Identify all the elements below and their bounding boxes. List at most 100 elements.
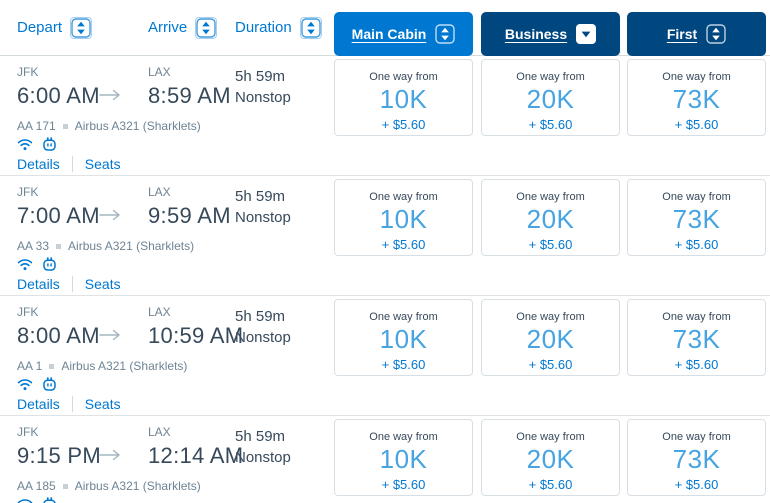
aircraft-type: Airbus A321 (Sharklets) — [74, 479, 201, 493]
fare-card-business[interactable]: One way from 20K + $5.60 — [481, 419, 620, 496]
depart-airport-code: JFK — [17, 65, 39, 79]
seats-link[interactable]: Seats — [85, 156, 121, 172]
duration-block: 5h 59m Nonstop — [235, 186, 291, 228]
sort-updown-icon — [706, 24, 726, 44]
aircraft-type: Airbus A321 (Sharklets) — [74, 119, 201, 133]
fare-card-first[interactable]: One way from 73K + $5.60 — [627, 59, 766, 136]
results-table-header: Depart Arrive Duration Main Cabin Busine… — [0, 0, 770, 56]
duration-text: 5h 59m — [235, 188, 286, 205]
fare-value: 10K — [379, 444, 428, 474]
cabin-header-main-cabin[interactable]: Main Cabin — [334, 12, 473, 56]
depart-time: 7:00 AM — [17, 203, 100, 228]
duration-block: 5h 59m Nonstop — [235, 306, 291, 348]
fare-card-business[interactable]: One way from 20K + $5.60 — [481, 59, 620, 136]
row-links: Details Seats — [17, 276, 121, 292]
depart-airport-code: JFK — [17, 425, 39, 439]
fare-fee: + $5.60 — [528, 477, 573, 492]
fare-label: One way from — [369, 311, 438, 323]
wifi-icon — [17, 258, 33, 271]
seats-link[interactable]: Seats — [85, 396, 121, 412]
fare-value: 20K — [526, 204, 575, 234]
link-divider — [71, 396, 73, 412]
main-cabin-label: Main Cabin — [351, 26, 427, 42]
fare-fee: + $5.60 — [381, 357, 426, 372]
fare-card-first[interactable]: One way from 73K + $5.60 — [627, 419, 766, 496]
arrive-column-label: Arrive — [148, 19, 188, 36]
fare-fee: + $5.60 — [528, 117, 573, 132]
flight-number: AA 33 — [17, 239, 50, 253]
depart-airport-code: JFK — [17, 185, 39, 199]
duration-block: 5h 59m Nonstop — [235, 66, 291, 108]
fare-value: 73K — [672, 84, 721, 114]
fare-label: One way from — [516, 311, 585, 323]
sort-updown-icon — [435, 24, 456, 44]
duration-text: 5h 59m — [235, 428, 286, 445]
fare-card-main-cabin[interactable]: One way from 10K + $5.60 — [334, 419, 473, 496]
power-icon — [43, 137, 56, 151]
details-link[interactable]: Details — [17, 156, 60, 172]
fare-fee: + $5.60 — [528, 357, 573, 372]
flight-info: AA 185 Airbus A321 (Sharklets) — [17, 479, 201, 493]
arrive-segment: LAX 8:59 AM — [148, 65, 231, 109]
fare-fee: + $5.60 — [381, 237, 426, 252]
seats-link[interactable]: Seats — [85, 276, 121, 292]
depart-segment: JFK 7:00 AM — [17, 185, 100, 229]
arrive-sort-button[interactable] — [195, 16, 218, 39]
depart-airport-code: JFK — [17, 305, 39, 319]
arrive-segment: LAX 10:59 AM — [148, 305, 243, 349]
fare-card-main-cabin[interactable]: One way from 10K + $5.60 — [334, 299, 473, 376]
duration-text: 5h 59m — [235, 68, 286, 85]
duration-block: 5h 59m Nonstop — [235, 426, 291, 468]
flight-row: JFK 7:00 AM LAX 9:59 AM 5h 59m Nonstop A… — [0, 176, 770, 296]
flight-number: AA 1 — [17, 359, 43, 373]
fare-fee: + $5.60 — [674, 357, 719, 372]
fare-card-main-cabin[interactable]: One way from 10K + $5.60 — [334, 59, 473, 136]
cabin-header-first[interactable]: First — [627, 12, 766, 56]
fare-value: 20K — [526, 324, 575, 354]
details-link[interactable]: Details — [17, 276, 60, 292]
separator-square-icon — [56, 243, 62, 249]
sort-updown-icon — [196, 17, 216, 38]
fare-card-business[interactable]: One way from 20K + $5.60 — [481, 179, 620, 256]
duration-column-label: Duration — [235, 19, 292, 36]
flight-info: AA 171 Airbus A321 (Sharklets) — [17, 119, 201, 133]
fare-card-first[interactable]: One way from 73K + $5.60 — [627, 299, 766, 376]
fare-fee: + $5.60 — [528, 237, 573, 252]
fare-value: 10K — [379, 324, 428, 354]
depart-time: 9:15 PM — [17, 443, 102, 468]
fare-label: One way from — [516, 191, 585, 203]
aircraft-type: Airbus A321 (Sharklets) — [61, 359, 188, 373]
wifi-icon — [17, 378, 33, 391]
amenity-icons — [17, 137, 56, 151]
fare-value: 73K — [672, 204, 721, 234]
fare-fee: + $5.60 — [674, 477, 719, 492]
stops-text: Nonstop — [235, 329, 291, 346]
duration-sort-button[interactable] — [299, 16, 322, 39]
fare-label: One way from — [662, 311, 731, 323]
fare-fee: + $5.60 — [674, 117, 719, 132]
flight-row: JFK 8:00 AM LAX 10:59 AM 5h 59m Nonstop … — [0, 296, 770, 416]
cabin-header-business[interactable]: Business — [481, 12, 620, 56]
depart-segment: JFK 8:00 AM — [17, 305, 100, 349]
power-icon — [43, 377, 56, 391]
arrive-time: 8:59 AM — [148, 83, 231, 108]
amenity-icons — [17, 377, 56, 391]
depart-sort-button[interactable] — [70, 16, 93, 39]
details-link[interactable]: Details — [17, 396, 60, 412]
column-header-arrive: Arrive — [148, 0, 218, 55]
depart-time: 6:00 AM — [17, 83, 100, 108]
arrow-right-icon — [99, 89, 120, 101]
amenity-icons — [17, 497, 56, 503]
fare-fee: + $5.60 — [381, 477, 426, 492]
fare-card-main-cabin[interactable]: One way from 10K + $5.60 — [334, 179, 473, 256]
power-icon — [43, 257, 56, 271]
flight-row: JFK 6:00 AM LAX 8:59 AM 5h 59m Nonstop A… — [0, 56, 770, 176]
fare-value: 10K — [379, 204, 428, 234]
fare-card-business[interactable]: One way from 20K + $5.60 — [481, 299, 620, 376]
fare-card-first[interactable]: One way from 73K + $5.60 — [627, 179, 766, 256]
arrive-segment: LAX 9:59 AM — [148, 185, 231, 229]
wifi-icon — [17, 498, 33, 503]
separator-square-icon — [62, 483, 68, 489]
arrive-time: 10:59 AM — [148, 323, 244, 348]
stops-text: Nonstop — [235, 449, 291, 466]
